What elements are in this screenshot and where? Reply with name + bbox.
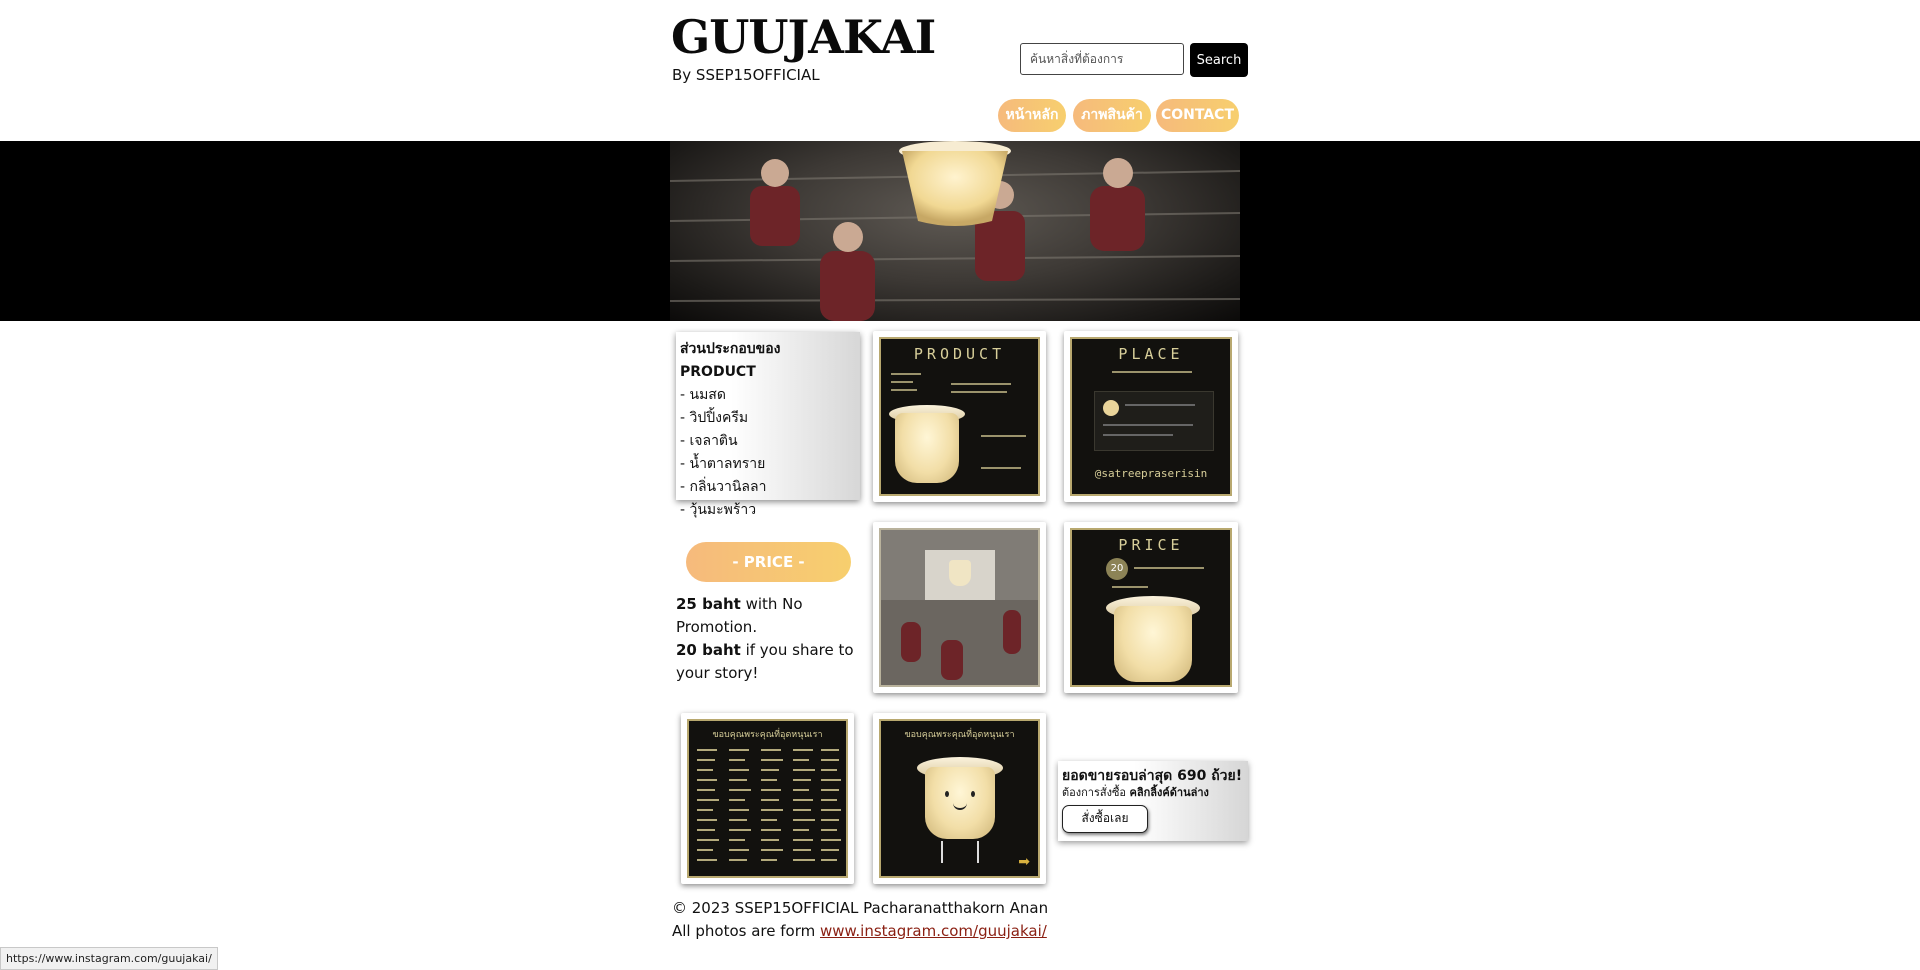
nav-home[interactable]: หน้าหลัก — [998, 99, 1066, 132]
price-promo: 20 baht — [676, 641, 741, 659]
ingredient-item: - วิปปิ้งครีม — [680, 410, 749, 426]
sales-sub-bold: คลิกลิ้งค์ด้านล่าง — [1129, 786, 1209, 799]
product-poster: PRODUCT — [879, 337, 1040, 496]
poster-title: PLACE — [1118, 345, 1184, 363]
ingredients-card: ส่วนประกอบของ PRODUCT - นมสด - วิปปิ้งคร… — [676, 332, 860, 518]
names-grid — [697, 749, 841, 861]
poster-text-line — [891, 389, 917, 391]
price-pill: - PRICE - — [686, 542, 851, 582]
sales-sub-prefix: ต้องการสั่งซื้อ — [1062, 786, 1130, 799]
person — [941, 640, 963, 680]
cup-smile — [953, 803, 967, 810]
place-image-card[interactable]: PLACE @satreepraserisin — [1064, 331, 1238, 502]
cup-image — [895, 413, 959, 483]
nav-products[interactable]: ภาพสินค้า — [1073, 99, 1151, 132]
nav-contact[interactable]: CONTACT — [1156, 99, 1239, 132]
person — [1003, 610, 1021, 654]
footer-credit: All photos are form www.instagram.com/gu… — [672, 922, 1047, 940]
thanks-list-poster: ขอบคุณพระคุณที่อุดหนุนเรา — [687, 719, 848, 878]
sales-headline: ยอดขายรอบล่าสุด 690 ถ้วย! — [1062, 768, 1243, 784]
avatar — [1103, 400, 1119, 416]
poster-text-line — [951, 391, 1007, 393]
place-poster: PLACE @satreepraserisin — [1070, 337, 1232, 496]
projector-screen — [925, 550, 995, 600]
thanks-cup-poster: ขอบคุณพระคุณที่อุดหนุนเรา ➡ — [879, 719, 1040, 878]
instagram-link[interactable]: www.instagram.com/guujakai/ — [820, 922, 1047, 940]
poster-text-line — [891, 373, 921, 375]
person — [901, 622, 921, 662]
poster-text-line — [1125, 404, 1195, 406]
cup-leg — [941, 841, 943, 863]
poster-title: PRODUCT — [913, 345, 1006, 363]
brand-byline: By SSEP15OFFICIAL — [672, 66, 820, 84]
sales-box: ยอดขายรอบล่าสุด 690 ถ้วย! ต้องการสั่งซื้… — [1058, 761, 1248, 841]
footer-credit-prefix: All photos are form — [672, 922, 820, 940]
presentation-photo — [879, 528, 1040, 687]
place-handle: @satreepraserisin — [1094, 467, 1208, 480]
hero-photo — [670, 141, 1240, 321]
presentation-image-card[interactable] — [873, 522, 1046, 693]
cup-eye — [971, 791, 975, 797]
poster-title: PRICE — [1118, 536, 1184, 554]
ingredient-item: - กลิ่นวานิลลา — [680, 479, 767, 495]
cup-image — [949, 560, 971, 586]
poster-text-line — [1103, 424, 1193, 426]
poster-text-line — [1134, 567, 1204, 569]
poster-text-line — [1103, 434, 1173, 436]
price-badge: 20 — [1106, 558, 1128, 580]
search-button[interactable]: Search — [1190, 43, 1248, 77]
thanks-cup-image-card[interactable]: ขอบคุณพระคุณที่อุดหนุนเรา ➡ — [873, 713, 1046, 884]
arrow-right-icon: ➡ — [1018, 854, 1030, 870]
instagram-profile-preview — [1094, 391, 1214, 451]
order-now-button[interactable]: สั่งซื้อเลย — [1062, 805, 1148, 833]
poster-text-line — [981, 435, 1026, 437]
status-bar-url: https://www.instagram.com/guujakai/ — [0, 947, 218, 970]
thanks-list-image-card[interactable]: ขอบคุณพระคุณที่อุดหนุนเรา — [681, 713, 854, 884]
poster-text-line — [951, 383, 1011, 385]
ingredient-item: - เจลาติน — [680, 433, 738, 449]
price-poster: PRICE 20 — [1070, 528, 1232, 687]
price-description: 25 baht with No Promotion. 20 baht if yo… — [676, 593, 856, 685]
price-line-2: 20 baht if you share to your story! — [676, 639, 856, 685]
ingredient-item: - น้ำตาลทราย — [680, 456, 766, 472]
product-image-card[interactable]: PRODUCT — [873, 331, 1046, 502]
poster-text-line — [1112, 586, 1148, 588]
sales-subline: ต้องการสั่งซื้อ คลิกลิ้งค์ด้านล่าง — [1062, 785, 1244, 801]
cup-character — [925, 767, 995, 839]
ingredient-item: - นมสด — [680, 387, 726, 403]
ingredient-item: - วุ้นมะพร้าว — [680, 502, 757, 518]
poster-text-line — [1112, 371, 1192, 373]
search-input[interactable] — [1020, 43, 1184, 75]
price-image-card[interactable]: PRICE 20 — [1064, 522, 1238, 693]
cup-leg — [977, 841, 979, 863]
poster-text-line — [891, 381, 913, 383]
cup-image — [1114, 606, 1192, 682]
ingredients-title: ส่วนประกอบของ PRODUCT — [680, 341, 781, 380]
brand-title: GUUJAKAI — [671, 10, 936, 64]
price-normal: 25 baht — [676, 595, 741, 613]
footer-copyright: © 2023 SSEP15OFFICIAL Pacharanatthakorn … — [672, 899, 1049, 917]
cup-eye — [945, 791, 949, 797]
poster-title: ขอบคุณพระคุณที่อุดหนุนเรา — [904, 730, 1015, 740]
poster-title: ขอบคุณพระคุณที่อุดหนุนเรา — [712, 730, 823, 740]
hero-illustration — [670, 141, 1240, 321]
poster-text-line — [981, 467, 1021, 469]
price-line-1: 25 baht with No Promotion. — [676, 593, 856, 639]
